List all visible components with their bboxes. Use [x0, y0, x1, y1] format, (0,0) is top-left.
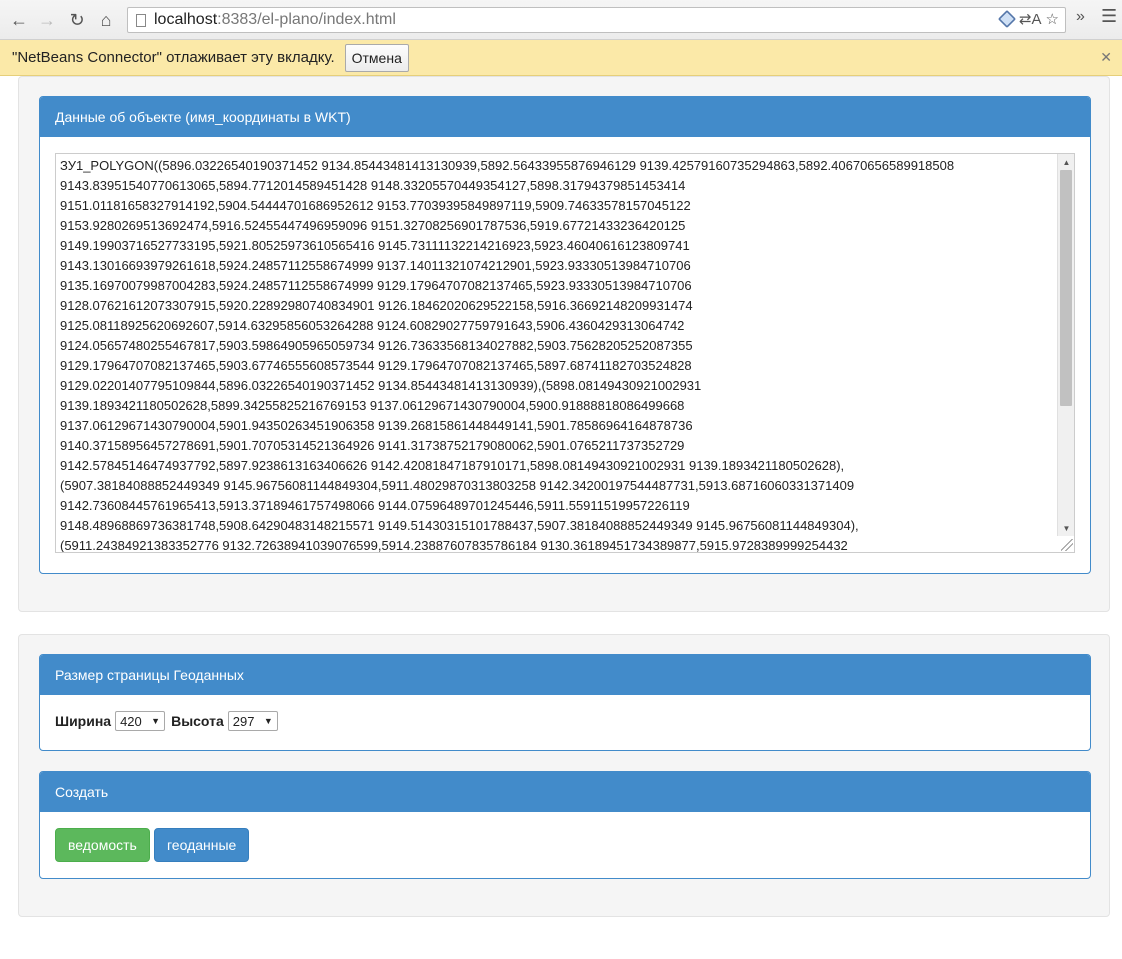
url-path: :8383/el-plano/index.html — [217, 11, 396, 28]
dropdown-arrow-icon: ▼ — [151, 716, 161, 726]
cancel-button[interactable]: Отмена — [344, 43, 409, 72]
wkt-panel: Данные об объекте (имя_координаты в WKT)… — [39, 96, 1091, 574]
debug-infobar: "NetBeans Connector" отлаживает эту вкла… — [0, 40, 1122, 76]
wkt-line: 9129.17964707082137465,5903.677465556085… — [60, 358, 692, 373]
infobar-message: "NetBeans Connector" отлаживает эту вкла… — [12, 49, 335, 66]
wkt-line: 9148.48968869736381748,5908.642904831482… — [60, 518, 859, 533]
wkt-line: 9143.13016693979261618,5924.248571125586… — [60, 258, 691, 273]
wkt-line: 9125.08118925620692607,5914.632958560532… — [60, 318, 685, 333]
scroll-up-icon[interactable]: ▲ — [1058, 154, 1074, 170]
dropdown-arrow-icon: ▼ — [263, 716, 273, 726]
width-value: 420 — [120, 713, 142, 729]
resize-grip-icon[interactable] — [1061, 539, 1073, 551]
wkt-line: 9139.1893421180502628,5899.3425582521676… — [60, 398, 685, 413]
wkt-line: 9142.57845146474937792,5897.923861316340… — [60, 458, 845, 473]
scroll-down-icon[interactable]: ▼ — [1058, 520, 1074, 536]
create-panel-title: Создать — [40, 772, 1090, 812]
wkt-line: 9153.9280269513692474,5916.5245544749695… — [60, 218, 686, 233]
browser-toolbar: ← → ↻ ⌂ localhost:8383/el-plano/index.ht… — [0, 0, 1122, 40]
create-panel: Создать ведомость геоданные — [39, 771, 1091, 879]
wkt-textarea[interactable]: ЗУ1_POLYGON((5896.03226540190371452 9134… — [55, 153, 1075, 553]
wkt-line: 9129.02201407795109844,5896.032265401903… — [60, 378, 702, 393]
close-icon[interactable]: ✕ — [1100, 49, 1112, 66]
wkt-line: (5907.38184088852449349 9145.96756081144… — [60, 478, 855, 493]
back-icon[interactable]: ← — [8, 8, 30, 32]
wkt-panel-title: Данные об объекте (имя_координаты в WKT) — [40, 97, 1090, 137]
wkt-well: Данные об объекте (имя_координаты в WKT)… — [18, 76, 1110, 612]
page-size-panel-title: Размер страницы Геоданных — [40, 655, 1090, 695]
scroll-thumb[interactable] — [1060, 170, 1072, 406]
height-label: Высота — [171, 713, 224, 729]
height-value: 297 — [232, 713, 255, 729]
wkt-line: 9151.01181658327914192,5904.544447016869… — [60, 198, 691, 213]
wkt-line: 9143.83951540770613065,5894.771201458945… — [60, 178, 686, 193]
wkt-line: 9140.37158956457278691,5901.707053145213… — [60, 438, 685, 453]
url-host: localhost — [154, 11, 218, 28]
geodata-button[interactable]: геоданные — [154, 828, 250, 862]
width-label: Ширина — [55, 713, 112, 729]
wkt-line: 9142.73608445761965413,5913.371894617574… — [60, 498, 690, 513]
wkt-line: 9128.07621612073307915,5920.228929807408… — [60, 298, 693, 313]
wkt-line: (5911.24384921383352776 9132.72638941039… — [60, 538, 848, 553]
home-icon[interactable]: ⌂ — [95, 8, 117, 32]
translate-icon[interactable]: ⇄A — [1019, 10, 1042, 28]
extension-cube-icon[interactable] — [997, 9, 1017, 29]
wkt-line: 9137.06129671430790004,5901.943502634519… — [60, 418, 693, 433]
height-select[interactable]: 297 ▼ — [227, 711, 278, 731]
wkt-line: 9135.16970079987004283,5924.248571125586… — [60, 278, 692, 293]
page-size-panel: Размер страницы Геоданных Ширина 420 ▼ В… — [39, 654, 1091, 751]
wkt-text: ЗУ1_POLYGON((5896.03226540190371452 9134… — [60, 156, 1056, 553]
menu-icon[interactable]: ☰ — [1101, 6, 1117, 27]
forward-icon[interactable]: → — [36, 8, 58, 32]
overflow-chevron-icon[interactable]: » — [1076, 8, 1085, 26]
statement-button[interactable]: ведомость — [55, 828, 150, 862]
bookmark-star-icon[interactable]: ☆ — [1046, 10, 1059, 28]
wkt-line: ЗУ1_POLYGON((5896.03226540190371452 9134… — [60, 158, 955, 173]
reload-icon[interactable]: ↻ — [66, 8, 88, 32]
page-size-row: Ширина 420 ▼ Высота 297 ▼ — [55, 711, 280, 731]
address-bar[interactable]: localhost:8383/el-plano/index.html ⇄A ☆ — [127, 7, 1066, 33]
settings-well: Размер страницы Геоданных Ширина 420 ▼ В… — [18, 634, 1110, 917]
wkt-line: 9149.19903716527733195,5921.805259736105… — [60, 238, 690, 253]
textarea-scrollbar[interactable]: ▲ ▼ — [1057, 154, 1074, 536]
width-select[interactable]: 420 ▼ — [115, 711, 166, 731]
wkt-line: 9124.05657480255467817,5903.598649059650… — [60, 338, 693, 353]
page-icon — [136, 13, 146, 27]
